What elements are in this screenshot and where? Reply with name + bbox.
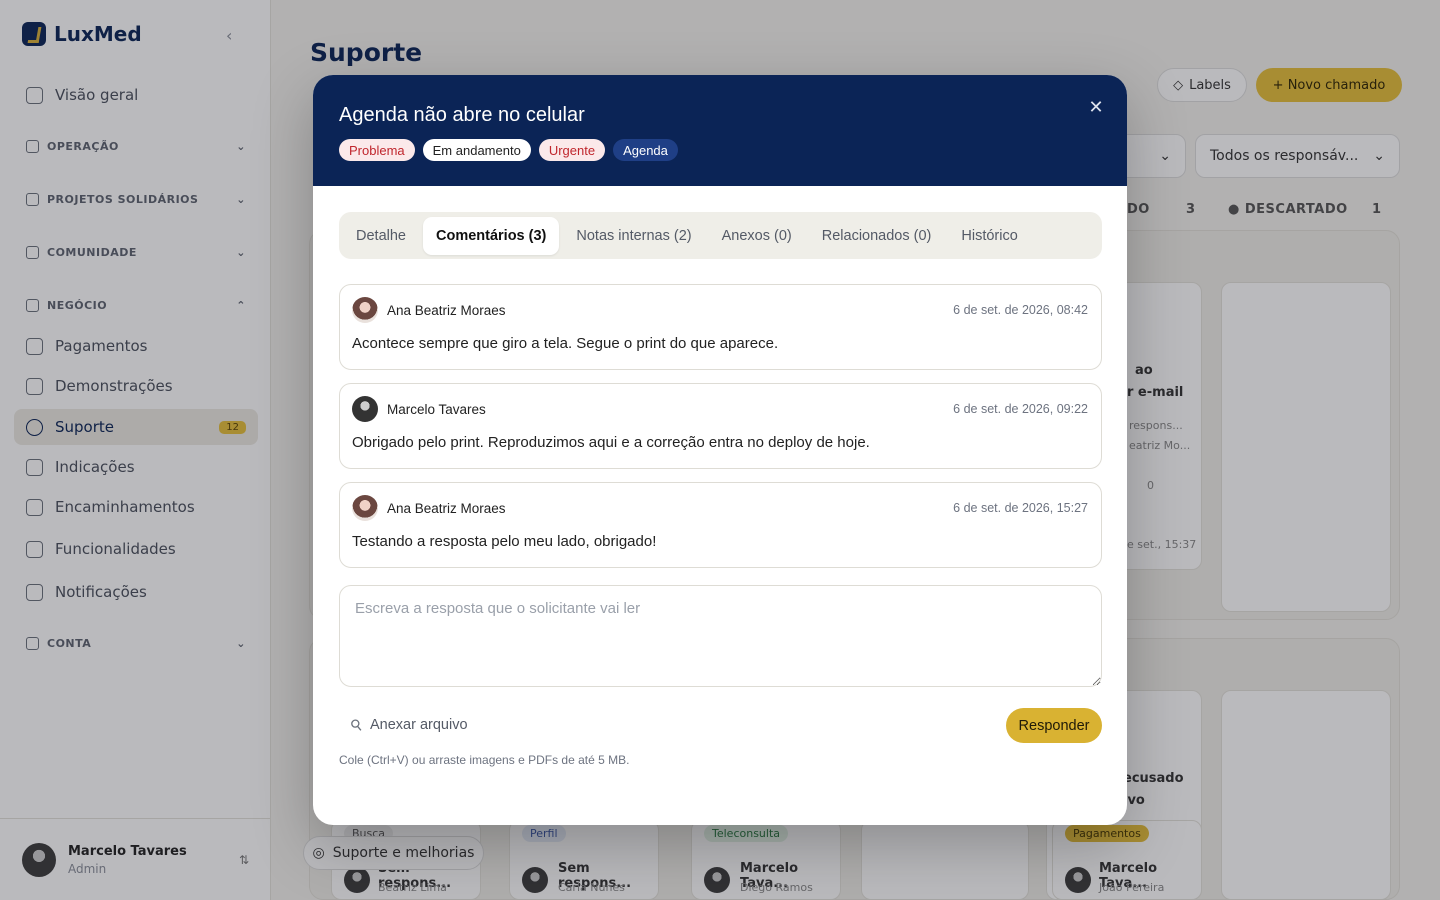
comment-date: 6 de set. de 2026, 15:27: [953, 501, 1088, 515]
comment-date: 6 de set. de 2026, 09:22: [953, 402, 1088, 416]
reply-button[interactable]: Responder: [1006, 708, 1102, 743]
tab-historico[interactable]: Histórico: [948, 217, 1030, 255]
comment-text: Testando a resposta pelo meu lado, obrig…: [352, 533, 657, 550]
comment-author: Ana Beatriz Moraes: [387, 303, 506, 318]
ticket-chips: Problema Em andamento Urgente Agenda: [339, 139, 678, 161]
attachment-hint: Cole (Ctrl+V) ou arraste imagens e PDFs …: [339, 753, 630, 767]
modal-tabs: Detalhe Comentários (3) Notas internas (…: [339, 212, 1102, 259]
comment-author: Marcelo Tavares: [387, 402, 486, 417]
comment-card: Ana Beatriz Moraes 6 de set. de 2026, 15…: [339, 482, 1102, 568]
tab-detalhe[interactable]: Detalhe: [343, 217, 419, 255]
attach-file-label: Anexar arquivo: [370, 717, 468, 733]
comment-card: Ana Beatriz Moraes 6 de set. de 2026, 08…: [339, 284, 1102, 370]
ticket-modal: Agenda não abre no celular ✕ Problema Em…: [313, 75, 1127, 825]
comment-text: Obrigado pelo print. Reproduzimos aqui e…: [352, 434, 870, 451]
close-icon[interactable]: ✕: [1085, 97, 1107, 119]
category-badge: Agenda: [613, 139, 678, 161]
comment-text: Acontece sempre que giro a tela. Segue o…: [352, 335, 779, 352]
comment-author: Ana Beatriz Moraes: [387, 501, 506, 516]
reply-textarea[interactable]: [339, 585, 1102, 687]
status-badge: Em andamento: [422, 139, 531, 161]
modal-title: Agenda não abre no celular: [339, 104, 585, 126]
tab-relacionados[interactable]: Relacionados (0): [809, 217, 945, 255]
tab-notas-internas[interactable]: Notas internas (2): [563, 217, 704, 255]
comment-card: Marcelo Tavares 6 de set. de 2026, 09:22…: [339, 383, 1102, 469]
attach-file-button[interactable]: ⚲ Anexar arquivo: [347, 715, 468, 735]
avatar: [352, 396, 378, 422]
avatar: [352, 495, 378, 521]
comment-date: 6 de set. de 2026, 08:42: [953, 303, 1088, 317]
avatar: [352, 297, 378, 323]
tab-comentarios[interactable]: Comentários (3): [422, 216, 560, 255]
type-badge: Problema: [339, 139, 415, 161]
tab-anexos[interactable]: Anexos (0): [709, 217, 805, 255]
paperclip-icon: ⚲: [347, 715, 367, 736]
modal-header: Agenda não abre no celular ✕ Problema Em…: [313, 75, 1127, 186]
priority-badge: Urgente: [538, 139, 606, 161]
